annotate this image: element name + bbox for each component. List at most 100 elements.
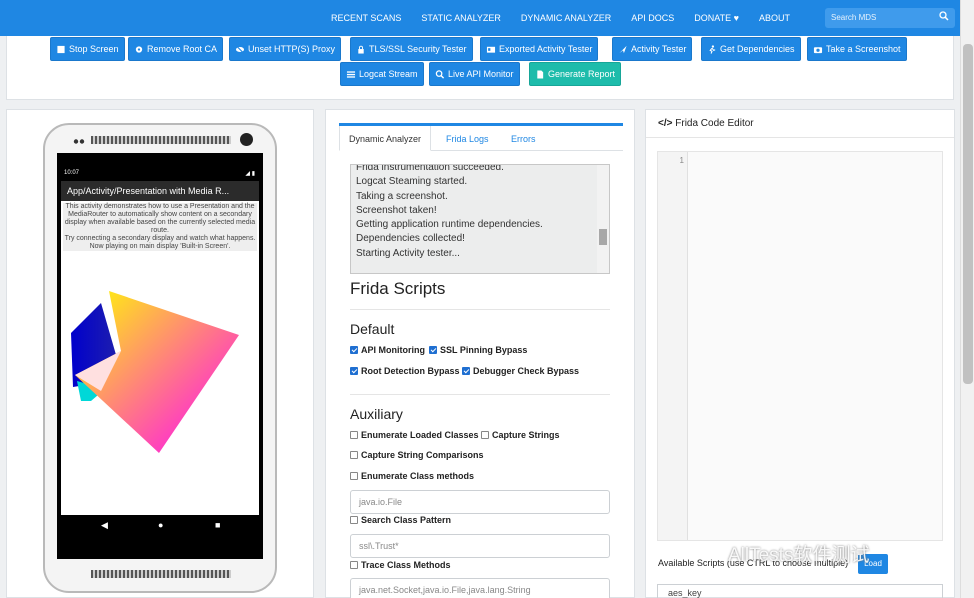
log-line: Screenshot taken! — [356, 204, 437, 216]
phone-frame: 10:07 ◢ ▮ App/Activity/Presentation with … — [43, 123, 277, 593]
generate-report-button[interactable]: Generate Report — [529, 62, 622, 86]
page-scrollbar-thumb[interactable] — [963, 44, 973, 384]
tls-ssl-tester-button[interactable]: TLS/SSL Security Tester — [350, 37, 473, 61]
app-content[interactable]: This activity demonstrates how to use a … — [61, 201, 259, 515]
file-icon — [537, 69, 544, 79]
running-icon — [709, 44, 716, 54]
analyzer-log[interactable]: Frida instrumentation succeeded. Logcat … — [350, 164, 610, 274]
logcat-stream-button[interactable]: Logcat Stream — [340, 62, 424, 86]
checkbox-checked-icon — [429, 346, 437, 354]
bottom-speaker — [91, 570, 231, 578]
unset-proxy-button[interactable]: Unset HTTP(S) Proxy — [229, 37, 342, 61]
recents-icon[interactable]: ■ — [215, 520, 220, 530]
get-dependencies-button[interactable]: Get Dependencies — [701, 37, 801, 61]
capture-strings-checkbox[interactable]: Capture Strings — [481, 430, 560, 440]
lock-icon — [358, 45, 364, 54]
capture-string-comparisons-checkbox[interactable]: Capture String Comparisons — [350, 450, 484, 460]
watermark: AllTests软件测试 — [728, 545, 870, 566]
search-icon — [939, 11, 949, 21]
search-class-pattern-checkbox[interactable]: Search Class Pattern — [350, 515, 451, 525]
nav-static-analyzer[interactable]: STATIC ANALYZER — [421, 13, 501, 23]
log-line: Starting Activity tester... — [356, 247, 460, 259]
checkbox-icon — [350, 561, 358, 569]
log-scrollbar[interactable] — [597, 165, 609, 273]
enumerate-loaded-classes-checkbox[interactable]: Enumerate Loaded Classes — [350, 430, 479, 440]
log-line: Taking a screenshot. — [356, 190, 448, 202]
nav-donate[interactable]: DONATE ♥ — [694, 13, 739, 23]
log-line: Frida instrumentation succeeded. — [356, 164, 504, 173]
battery-icon: ◢ ▮ — [245, 171, 255, 177]
root-detection-bypass-checkbox[interactable]: Root Detection Bypass — [350, 366, 460, 376]
id-card-icon — [486, 46, 496, 53]
checkbox-checked-icon — [462, 367, 470, 375]
nav-about[interactable]: ABOUT — [759, 13, 790, 23]
code-editor-header: </> Frida Code Editor — [646, 110, 954, 138]
remove-root-ca-button[interactable]: Remove Root CA — [128, 37, 224, 61]
home-icon[interactable]: ● — [158, 520, 163, 530]
stop-icon — [57, 45, 65, 53]
gear-icon — [135, 45, 143, 53]
default-heading: Default — [350, 321, 395, 337]
ssl-pinning-bypass-checkbox[interactable]: SSL Pinning Bypass — [429, 345, 527, 355]
tab-dynamic-analyzer[interactable]: Dynamic Analyzer — [339, 126, 432, 151]
analyzer-tabs: Dynamic Analyzer Frida Logs Errors — [339, 123, 623, 151]
search-input[interactable]: Search MDS — [825, 8, 955, 28]
debugger-check-bypass-checkbox[interactable]: Debugger Check Bypass — [462, 366, 579, 376]
checkbox-icon — [350, 431, 358, 439]
camera-icon — [240, 133, 253, 146]
eye-slash-icon — [235, 45, 245, 53]
log-line: Getting application runtime dependencies… — [356, 219, 543, 231]
nav-links: RECENT SCANS STATIC ANALYZER DYNAMIC ANA… — [311, 0, 790, 36]
checkbox-icon — [350, 451, 358, 459]
line-number-gutter: 1 — [658, 152, 688, 540]
stop-screen-button[interactable]: Stop Screen — [50, 37, 125, 61]
trace-class-methods-checkbox[interactable]: Trace Class Methods — [350, 560, 451, 570]
search-icon — [435, 69, 445, 79]
top-speaker — [91, 136, 231, 144]
sensor-dots-icon — [73, 139, 85, 144]
exported-activity-tester-button[interactable]: Exported Activity Tester — [480, 37, 599, 61]
checkbox-checked-icon — [350, 367, 358, 375]
search-placeholder: Search MDS — [831, 13, 877, 22]
nav-api-docs[interactable]: API DOCS — [631, 13, 674, 23]
checkbox-icon — [350, 516, 358, 524]
app-description: This activity demonstrates how to use a … — [63, 203, 257, 251]
app-title-bar: App/Activity/Presentation with Media R..… — [61, 181, 259, 201]
rotating-cube-graphic — [71, 291, 239, 453]
log-scrollbar-thumb[interactable] — [599, 229, 607, 245]
live-api-monitor-button[interactable]: Live API Monitor — [429, 62, 520, 86]
nav-dynamic-analyzer[interactable]: DYNAMIC ANALYZER — [521, 13, 611, 23]
plane-icon — [619, 45, 627, 53]
class-methods-input[interactable]: java.io.File — [350, 490, 610, 514]
camera-icon — [813, 46, 823, 53]
api-monitoring-checkbox[interactable]: API Monitoring — [350, 345, 425, 355]
device-status-bar: 10:07 ◢ ▮ — [64, 170, 255, 177]
back-icon[interactable]: ◀ — [101, 520, 108, 531]
trace-methods-input[interactable]: java.net.Socket,java.io.File,java.lang.S… — [350, 578, 610, 598]
page-scrollbar[interactable] — [960, 0, 974, 598]
log-line: Dependencies collected! — [356, 233, 465, 245]
code-editor-card: </> Frida Code Editor 1 Available Script… — [645, 109, 955, 598]
device-screen[interactable]: 10:07 ◢ ▮ App/Activity/Presentation with … — [57, 153, 263, 559]
log-line: Logcat Steaming started. — [356, 176, 468, 188]
bars-icon — [346, 70, 356, 78]
enumerate-class-methods-checkbox[interactable]: Enumerate Class methods — [350, 471, 474, 481]
device-nav-bar: ◀ ● ■ — [61, 515, 259, 535]
divider — [350, 309, 610, 310]
tab-errors[interactable]: Errors — [511, 134, 536, 144]
checkbox-icon — [350, 472, 358, 480]
code-editor[interactable]: 1 — [657, 151, 943, 541]
auxiliary-heading: Auxiliary — [350, 406, 403, 422]
code-editor-title: Frida Code Editor — [675, 118, 754, 129]
available-scripts-select[interactable]: aes_key — [657, 584, 943, 598]
checkbox-icon — [481, 431, 489, 439]
activity-tester-button[interactable]: Activity Tester — [612, 37, 693, 61]
analyzer-card: Dynamic Analyzer Frida Logs Errors Frida… — [325, 109, 635, 598]
tab-frida-logs[interactable]: Frida Logs — [446, 134, 489, 144]
checkbox-checked-icon — [350, 346, 358, 354]
take-screenshot-button[interactable]: Take a Screenshot — [807, 37, 907, 61]
nav-recent-scans[interactable]: RECENT SCANS — [331, 13, 401, 23]
frida-scripts-heading: Frida Scripts — [350, 279, 446, 298]
script-option[interactable]: aes_key — [668, 588, 702, 598]
class-pattern-input[interactable]: ssl\.Trust* — [350, 534, 610, 558]
